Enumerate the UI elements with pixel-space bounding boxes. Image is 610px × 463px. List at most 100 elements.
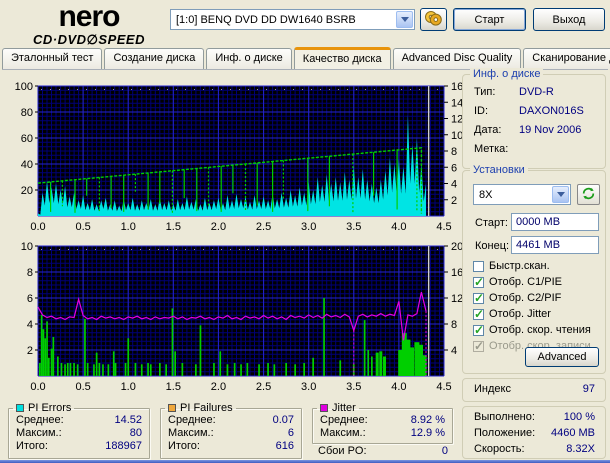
pi-failures-max: 6: [287, 427, 294, 439]
svg-text:6: 6: [27, 293, 33, 305]
pi-failures-average: 0.07: [272, 414, 294, 426]
start-button[interactable]: Старт: [453, 8, 526, 31]
speed-value: 8.32X: [566, 443, 595, 455]
checkbox-show-c1-pie[interactable]: Отобр. C1/PIE: [473, 275, 562, 289]
svg-text:3.0: 3.0: [301, 221, 316, 233]
tab-benchmark[interactable]: Эталонный тест: [2, 48, 103, 69]
checkbox-fast-scan[interactable]: Быстр.скан.: [473, 259, 550, 273]
svg-text:1.0: 1.0: [121, 221, 136, 233]
exit-button[interactable]: Выход: [533, 8, 605, 31]
pi-errors-total: 188967: [105, 440, 142, 452]
svg-text:6: 6: [451, 162, 457, 174]
end-position-label: Конец:: [475, 240, 510, 252]
speed-label: Скорость:: [474, 443, 525, 455]
index-panel: Индекс 97: [462, 378, 606, 402]
drive-select[interactable]: [1:0] BENQ DVD DD DW1640 BSRB: [170, 9, 415, 30]
svg-text:1.5: 1.5: [166, 221, 181, 233]
done-value: 100 %: [563, 411, 595, 423]
pi-failures-jitter-chart: 108642201612840.0 0.5 1.0 1.5 2.0 2.5 3.0 3.5 4.…: [21, 241, 464, 393]
po-failures-label: Сбои PO:: [318, 445, 367, 457]
chevron-down-icon[interactable]: [552, 186, 569, 203]
checkbox-show-jitter[interactable]: Отобр. Jitter: [473, 307, 551, 321]
svg-text:80: 80: [21, 107, 33, 119]
svg-text:4.5: 4.5: [436, 381, 451, 393]
svg-text:0.5: 0.5: [75, 221, 90, 233]
pi-failures-stats: PI Failures Среднее: 0.07 Максим.: 6 Итого…: [160, 402, 302, 459]
svg-text:3.0: 3.0: [301, 381, 316, 393]
svg-text:4: 4: [27, 319, 33, 331]
svg-text:8: 8: [451, 146, 457, 158]
discs-icon: [425, 10, 442, 26]
index-label: Индекс: [474, 383, 511, 395]
svg-text:10: 10: [21, 241, 33, 253]
pi-errors-chart: 100806040201614121086420.0 0.5 1.0 1.5 2.0 2.…: [15, 81, 464, 233]
disc-date-label: Дата:: [474, 124, 502, 136]
svg-text:2.5: 2.5: [256, 381, 271, 393]
checkbox-show-read-speed[interactable]: Отобр. скор. чтения: [473, 323, 591, 337]
svg-text:0.0: 0.0: [30, 221, 45, 233]
svg-text:4.0: 4.0: [391, 221, 406, 233]
disc-type-label: Тип:: [474, 86, 496, 98]
jitter-title: Jitter: [332, 402, 356, 414]
disc-glyph-icon: ∅: [86, 32, 99, 47]
index-value: 97: [582, 383, 595, 395]
tab-create-disc[interactable]: Создание диска: [104, 48, 205, 69]
pi-errors-max: 80: [129, 427, 142, 439]
nero-cd-dvd-speed-window: nero CD·DVD∅SPEED [1:0] BENQ DVD DD DW16…: [0, 0, 610, 463]
disc-type-value: DVD-R: [519, 86, 554, 98]
settings-groupbox: Установки 8X Старт: Конец: Быстр.скан. О…: [462, 164, 606, 374]
svg-text:3.5: 3.5: [346, 221, 361, 233]
end-position-field[interactable]: [511, 236, 599, 254]
tab-scan-disc[interactable]: Сканирование диска: [523, 48, 610, 69]
jitter-average: 8.92 %: [410, 414, 445, 426]
pi-errors-stats: PI Errors Среднее: 14.52 Максим.: 80 Итого…: [8, 402, 150, 459]
pi-failures-swatch: [168, 404, 176, 412]
checkbox-icon: [473, 260, 484, 272]
svg-text:4.0: 4.0: [391, 381, 406, 393]
jitter-stats: Jitter Среднее: 8.92 % Максим.: 12.9 %: [312, 402, 453, 444]
jitter-max: 12.9 %: [410, 427, 445, 439]
svg-text:2.5: 2.5: [256, 221, 271, 233]
tab-bar: Эталонный тест Создание диска Инф. о дис…: [2, 47, 610, 70]
checkbox-icon: [473, 323, 484, 337]
pi-failures-total: 616: [275, 440, 294, 452]
disc-id-label: ID:: [474, 105, 489, 117]
svg-text:3.5: 3.5: [346, 381, 361, 393]
svg-text:4.5: 4.5: [436, 221, 451, 233]
svg-text:60: 60: [21, 133, 33, 145]
pi-errors-title: PI Errors: [28, 402, 72, 414]
advanced-button[interactable]: Advanced: [525, 347, 599, 367]
tab-disc-quality[interactable]: Качество диска: [293, 47, 391, 69]
jitter-swatch: [320, 404, 328, 412]
speed-select-value: 8X: [479, 188, 493, 201]
po-failures-row: Сбои PO: 0: [318, 445, 448, 457]
pi-failures-title: PI Failures: [180, 402, 233, 414]
nero-logo: nero CD·DVD∅SPEED: [6, 0, 172, 47]
checkbox-icon: [473, 291, 484, 305]
disc-date-value: 19 Nov 2006: [519, 124, 582, 136]
speed-select[interactable]: 8X: [473, 184, 571, 205]
eject-disc-button[interactable]: [420, 8, 447, 31]
disc-info-groupbox: Инф. о диске Тип: DVD-R ID: DAXON016S Дата…: [462, 68, 606, 169]
svg-text:2: 2: [451, 195, 457, 207]
disc-label-label: Метка:: [474, 143, 509, 155]
tab-advanced-disc-quality[interactable]: Advanced Disc Quality: [392, 48, 522, 69]
svg-text:1.0: 1.0: [121, 381, 136, 393]
checkbox-icon: [473, 307, 484, 321]
progress-panel: Выполнено: 100 % Положение: 4460 MB Скорос…: [462, 406, 606, 459]
svg-text:20: 20: [21, 185, 33, 197]
svg-text:2.0: 2.0: [211, 221, 226, 233]
svg-text:1.5: 1.5: [166, 381, 181, 393]
svg-text:40: 40: [21, 159, 33, 171]
logo-cdspeed-text: CD·DVD∅SPEED: [33, 32, 145, 47]
checkbox-show-c2-pif[interactable]: Отобр. C2/PIF: [473, 291, 561, 305]
refresh-button[interactable]: [577, 184, 600, 205]
svg-text:100: 100: [15, 81, 33, 93]
chevron-down-icon[interactable]: [396, 11, 413, 28]
tab-disc-info[interactable]: Инф. о диске: [206, 48, 292, 69]
logo-nero-text: nero: [58, 0, 120, 33]
svg-text:0.5: 0.5: [75, 381, 90, 393]
disc-id-value: DAXON016S: [519, 105, 584, 117]
start-position-field[interactable]: [511, 213, 599, 231]
svg-text:4: 4: [451, 179, 457, 191]
